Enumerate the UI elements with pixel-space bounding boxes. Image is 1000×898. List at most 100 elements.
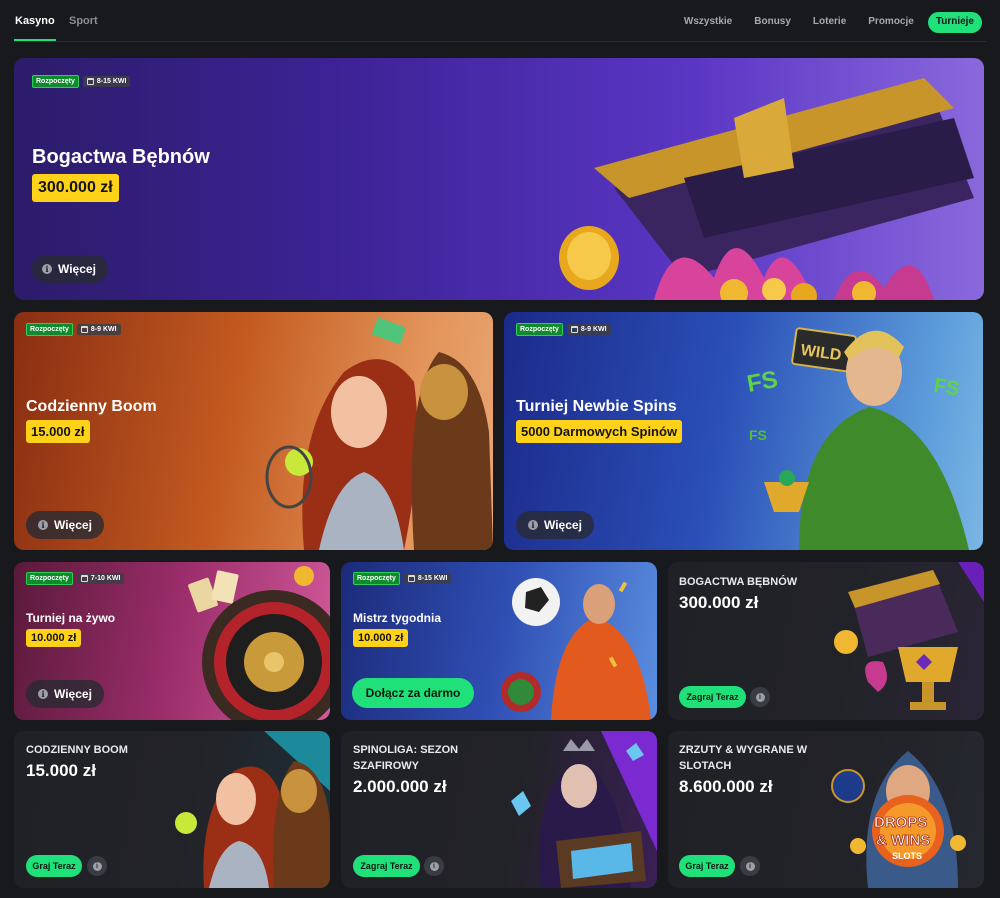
card-tags: Rozpoczęty 8-9 KWI — [516, 323, 611, 336]
game-info-button[interactable]: i — [740, 856, 760, 876]
card-tags: Rozpoczęty 8-15 KWI — [353, 572, 452, 585]
info-icon: i — [745, 861, 755, 871]
game-info-button[interactable]: i — [424, 856, 444, 876]
card-tags: Rozpoczęty 7-10 KWI — [26, 572, 125, 585]
tournament-card-mistrz-tygodnia[interactable]: Rozpoczęty 8-15 KWI Mistrz tygodnia 10.0… — [341, 562, 657, 720]
game-prize: 2.000.000 zł — [353, 777, 447, 796]
card-more-button[interactable]: i Więcej — [26, 511, 104, 539]
top-navigation: Kasyno Sport Wszystkie Bonusy Loterie Pr… — [14, 0, 986, 42]
status-badge: Rozpoczęty — [26, 323, 73, 336]
tab-kasyno[interactable]: Kasyno — [14, 15, 56, 41]
date-text: 8-9 KWI — [580, 326, 607, 333]
queen-treasure-illustration — [501, 731, 657, 888]
card-prize: 10.000 zł — [353, 629, 409, 647]
date-text: 8-9 KWI — [90, 326, 117, 333]
tournament-card-codzienny-boom[interactable]: Rozpoczęty 8-9 KWI Codzienny Boom 15.000… — [14, 312, 493, 550]
roulette-wheel-illustration — [174, 562, 330, 720]
wild-card-soldier-illustration: WILD FS FS FS — [739, 312, 983, 550]
drops-label: DROPS — [874, 814, 927, 831]
filter-bonusy[interactable]: Bonusy — [746, 12, 799, 33]
tournament-card-newbie-spins[interactable]: WILD FS FS FS Rozpoczęty 8-9 KWI Turniej… — [504, 312, 983, 550]
game-title: SPINOLIGA: SEZON SZAFIROWY — [353, 744, 459, 772]
hero-more-button[interactable]: i Więcej — [32, 255, 108, 283]
date-badge: 8-15 KWI — [403, 573, 452, 584]
hero-prize: 300.000 zł — [32, 174, 119, 202]
card-title: Mistrz tygodnia — [353, 611, 442, 625]
status-badge: Rozpoczęty — [32, 75, 79, 88]
more-label: Więcej — [54, 687, 92, 701]
treasure-chest-illustration — [534, 78, 984, 300]
info-icon: i — [429, 861, 439, 871]
woman-and-monkey-thumbnail — [174, 731, 330, 888]
date-badge: 8-15 KWI — [82, 76, 131, 87]
more-label: Więcej — [54, 518, 92, 532]
game-info-button[interactable]: i — [750, 687, 770, 707]
game-info-button[interactable]: i — [87, 856, 107, 876]
game-card-spinoliga[interactable]: SPINOLIGA: SEZON SZAFIROWY 2.000.000 zł … — [341, 731, 657, 888]
game-card-zrzuty-wygrane[interactable]: DROPS & WINS SLOTS ZRZUTY & WYGRANE W SL… — [668, 731, 984, 888]
fs-label-left: FS — [745, 366, 780, 398]
drops-and-wins-illustration: DROPS & WINS SLOTS — [818, 731, 984, 888]
status-badge: Rozpoczęty — [26, 572, 73, 585]
info-icon: i — [92, 861, 102, 871]
date-text: 8-15 KWI — [96, 78, 127, 85]
filter-promocje[interactable]: Promocje — [860, 12, 922, 33]
game-title: ZRZUTY & WYGRANE W SLOTACH — [679, 744, 808, 772]
calendar-icon — [86, 78, 94, 85]
fs-label-right: FS — [932, 375, 961, 401]
category-filters: Wszystkie Bonusy Loterie Promocje Turnie… — [676, 12, 982, 33]
card-title: Codzienny Boom — [26, 398, 157, 415]
game-card-bogactwa-bebnow[interactable]: BOGACTWA BĘBNÓW 300.000 zł Zagraj Teraz … — [668, 562, 984, 720]
date-badge: 7-10 KWI — [76, 573, 125, 584]
play-now-button[interactable]: Zagraj Teraz — [679, 686, 746, 708]
game-prize: 15.000 zł — [26, 761, 96, 780]
info-icon: i — [38, 520, 48, 530]
calendar-icon — [407, 575, 415, 582]
game-title: BOGACTWA BĘBNÓW — [679, 576, 798, 588]
football-player-illustration — [501, 562, 657, 720]
card-tags: Rozpoczęty 8-9 KWI — [26, 323, 121, 336]
status-badge: Rozpoczęty — [516, 323, 563, 336]
card-prize: 10.000 zł — [26, 629, 82, 647]
slots-label: SLOTS — [892, 851, 922, 861]
fs-label-small: FS — [749, 427, 767, 443]
hero-tags: Rozpoczęty 8-15 KWI — [32, 75, 131, 88]
date-badge: 8-9 KWI — [566, 324, 611, 335]
play-now-button[interactable]: Graj Teraz — [679, 855, 735, 877]
woman-and-monkey-illustration — [264, 312, 493, 550]
date-badge: 8-9 KWI — [76, 324, 121, 335]
card-more-button[interactable]: i Więcej — [26, 680, 104, 708]
play-now-button[interactable]: Graj Teraz — [26, 855, 82, 877]
info-icon: i — [38, 689, 48, 699]
game-card-codzienny-boom[interactable]: CODZIENNY BOOM 15.000 zł Graj Teraz i — [14, 731, 330, 888]
status-badge: Rozpoczęty — [353, 572, 400, 585]
join-free-button[interactable]: Dołącz za darmo — [352, 678, 474, 708]
hero-title: Bogactwa Bębnów — [32, 146, 210, 168]
tab-sport[interactable]: Sport — [69, 15, 98, 27]
treasure-chest-trophy-illustration — [828, 562, 984, 720]
game-prize: 300.000 zł — [679, 593, 759, 612]
game-title: CODZIENNY BOOM — [26, 744, 128, 756]
filter-loterie[interactable]: Loterie — [805, 12, 854, 33]
filter-wszystkie[interactable]: Wszystkie — [676, 12, 740, 33]
card-title: Turniej Newbie Spins — [516, 398, 677, 415]
calendar-icon — [80, 575, 88, 582]
wins-label: & WINS — [876, 832, 930, 849]
info-icon: i — [42, 264, 52, 274]
calendar-icon — [80, 326, 88, 333]
card-title: Turniej na żywo — [26, 611, 116, 625]
card-prize: 15.000 zł — [26, 420, 90, 443]
game-prize: 8.600.000 zł — [679, 777, 773, 796]
more-label: Więcej — [58, 262, 96, 276]
filter-turnieje[interactable]: Turnieje — [927, 12, 982, 33]
date-text: 8-15 KWI — [417, 575, 448, 582]
tournament-card-turniej-na-zywo[interactable]: Rozpoczęty 7-10 KWI Turniej na żywo 10.0… — [14, 562, 330, 720]
date-text: 7-10 KWI — [90, 575, 121, 582]
play-now-button[interactable]: Zagraj Teraz — [353, 855, 420, 877]
info-icon: i — [755, 692, 765, 702]
card-more-button[interactable]: i Więcej — [516, 511, 594, 539]
info-icon: i — [528, 520, 538, 530]
more-label: Więcej — [544, 518, 582, 532]
card-prize: 5000 Darmowych Spinów — [516, 420, 683, 443]
hero-tournament-card[interactable]: Rozpoczęty 8-15 KWI Bogactwa Bębnów 300.… — [14, 58, 984, 300]
